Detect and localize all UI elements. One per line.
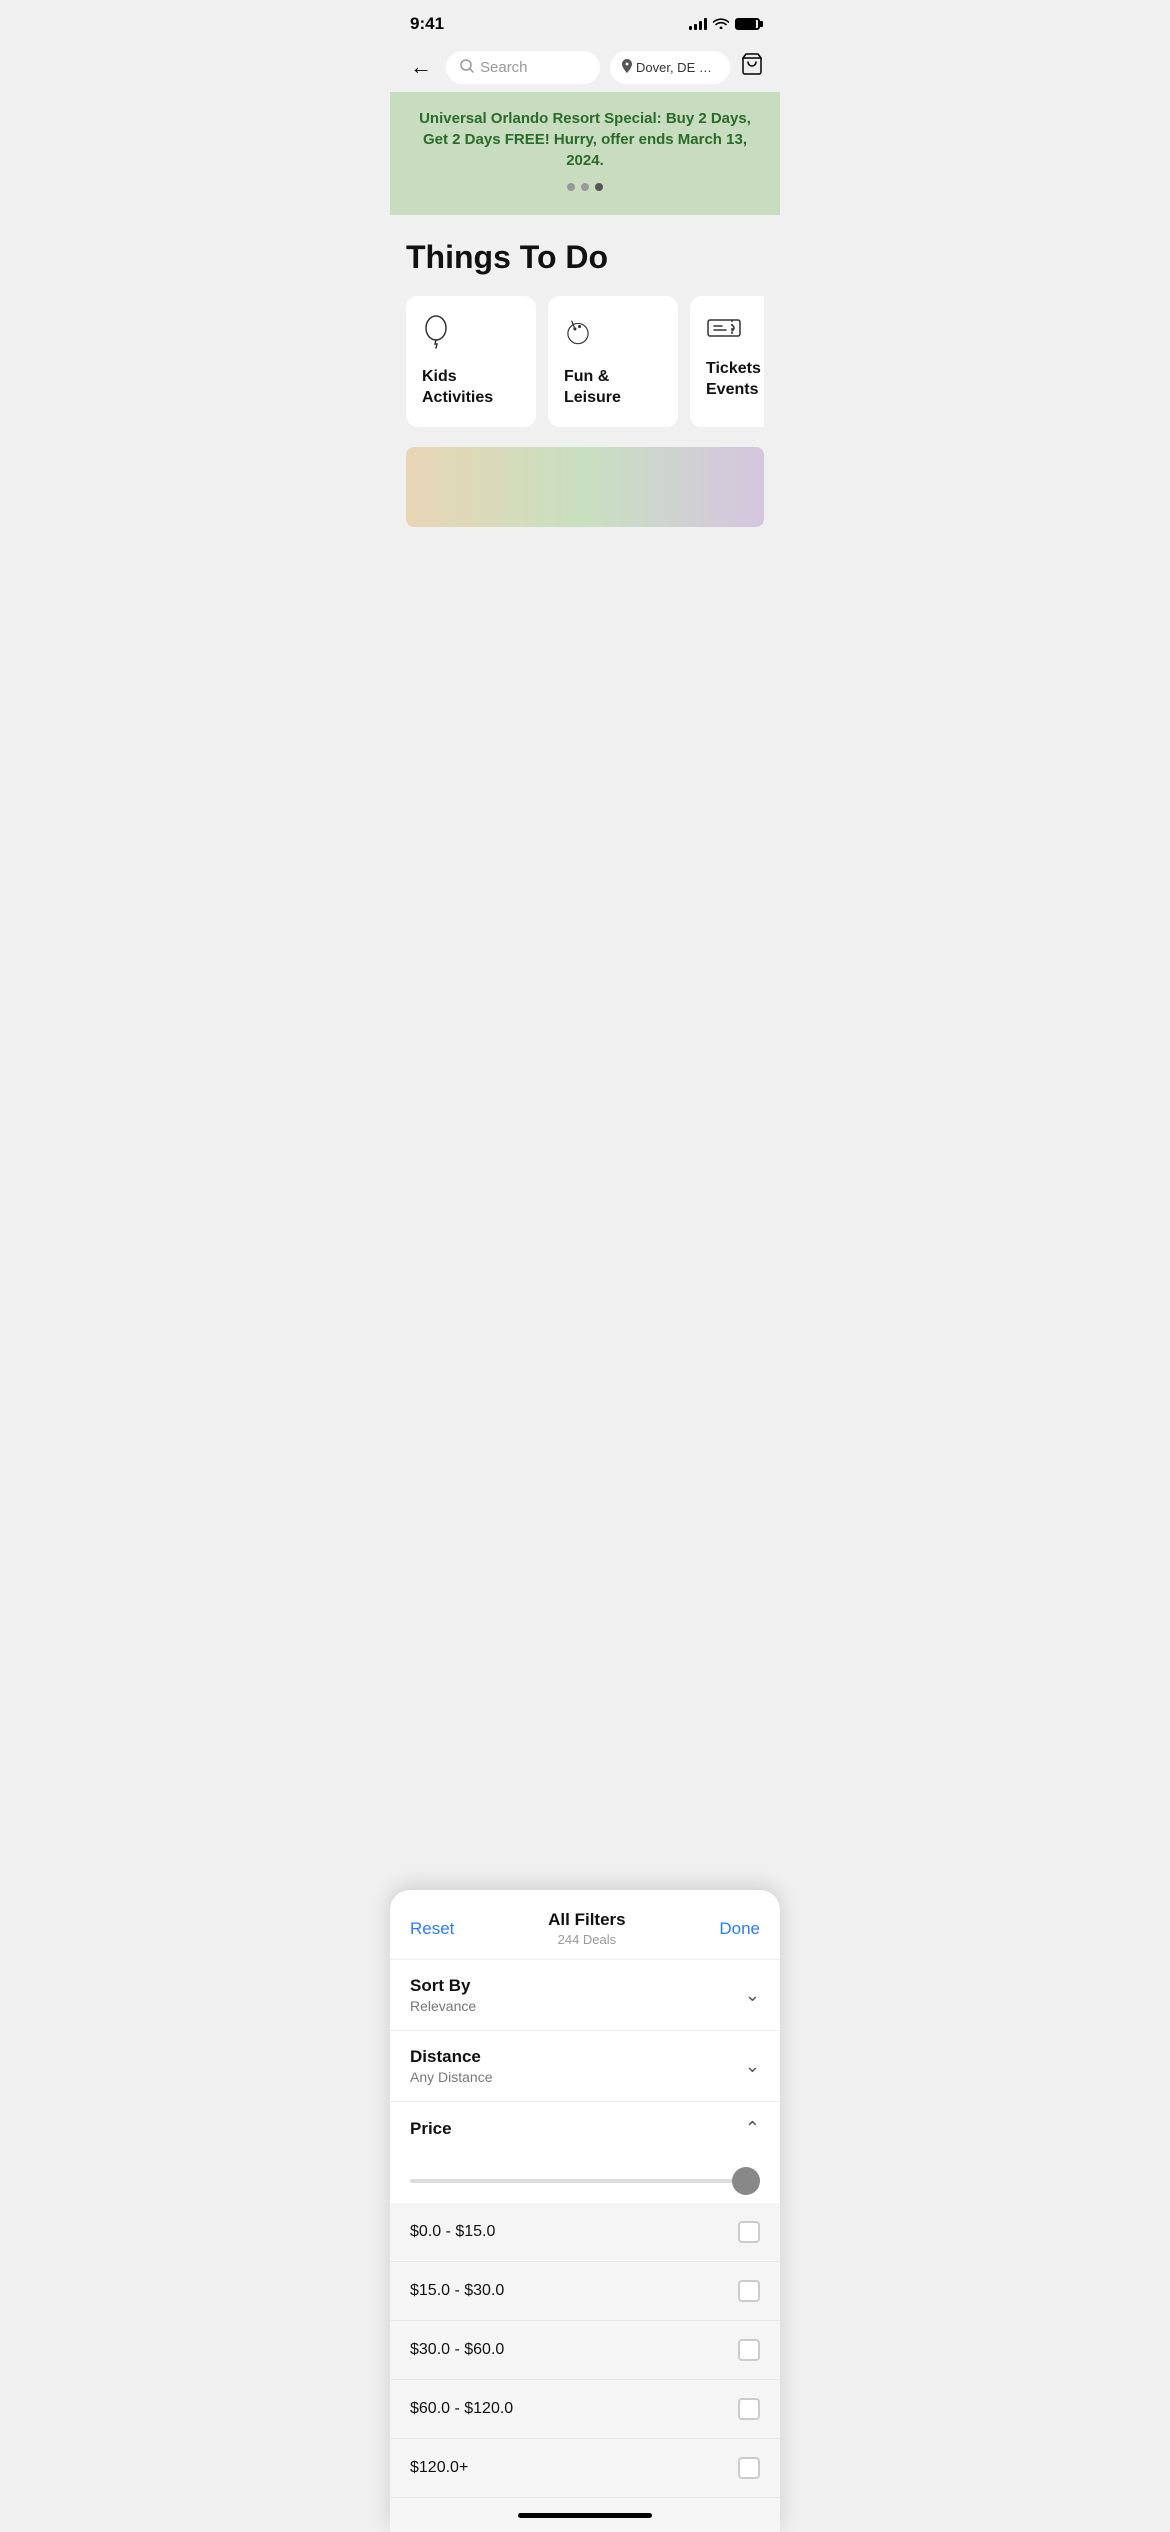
category-card-fun[interactable]: Fun & Leisure xyxy=(548,296,678,427)
image-strip xyxy=(406,447,764,527)
promo-dot-3 xyxy=(595,183,603,191)
price-range-2: $30.0 - $60.0 xyxy=(410,2341,504,2359)
distance-row[interactable]: Distance Any Distance ⌄ xyxy=(390,2031,780,2101)
price-checkbox-2[interactable] xyxy=(738,2339,760,2361)
price-range-3: $60.0 - $120.0 xyxy=(410,2400,513,2418)
price-label: Price xyxy=(410,2119,452,2139)
status-icons xyxy=(689,16,760,32)
sort-by-label: Sort By xyxy=(410,1976,476,1996)
promo-text: Universal Orlando Resort Special: Buy 2 … xyxy=(410,108,760,171)
sort-by-labels: Sort By Relevance xyxy=(410,1976,476,2014)
status-bar: 9:41 xyxy=(390,0,780,42)
balloon-icon xyxy=(422,314,520,355)
signal-icon xyxy=(689,18,707,30)
home-indicator xyxy=(518,2513,652,2518)
sheet-title: All Filters xyxy=(548,1910,625,1930)
distance-chevron-icon: ⌄ xyxy=(745,2056,760,2077)
price-range-0: $0.0 - $15.0 xyxy=(410,2223,495,2241)
category-label-tickets: Tickets & Events xyxy=(706,359,764,401)
price-option-3[interactable]: $60.0 - $120.0 xyxy=(390,2380,780,2439)
category-card-tickets[interactable]: Tickets & Events xyxy=(690,296,764,427)
status-time: 9:41 xyxy=(410,14,444,34)
promo-dot-2 xyxy=(581,183,589,191)
search-bar[interactable]: Search xyxy=(446,51,600,84)
wifi-icon xyxy=(713,16,729,32)
category-card-kids[interactable]: Kids Activities xyxy=(406,296,536,427)
price-checkbox-1[interactable] xyxy=(738,2280,760,2302)
promo-dots xyxy=(410,183,760,191)
sort-by-chevron-icon: ⌄ xyxy=(745,1985,760,2006)
category-grid: Kids Activities Fun & Leisure xyxy=(406,296,764,431)
sort-by-section: Sort By Relevance ⌄ xyxy=(390,1960,780,2031)
price-slider-thumb[interactable] xyxy=(732,2167,760,2195)
price-range-1: $15.0 - $30.0 xyxy=(410,2282,504,2300)
price-option-0[interactable]: $0.0 - $15.0 xyxy=(390,2203,780,2262)
bowling-icon xyxy=(564,314,662,355)
filter-bottom-sheet: Reset All Filters 244 Deals Done Sort By… xyxy=(390,1890,780,2532)
price-slider-track[interactable] xyxy=(410,2179,760,2183)
sheet-subtitle: 244 Deals xyxy=(548,1932,625,1947)
price-option-2[interactable]: $30.0 - $60.0 xyxy=(390,2321,780,2380)
distance-section: Distance Any Distance ⌄ xyxy=(390,2031,780,2102)
sheet-header: Reset All Filters 244 Deals Done xyxy=(390,1890,780,1960)
price-range-4: $120.0+ xyxy=(410,2459,468,2477)
category-label-kids: Kids Activities xyxy=(422,367,520,409)
price-options: $0.0 - $15.0 $15.0 - $30.0 $30.0 - $60.0… xyxy=(390,2203,780,2498)
price-checkbox-4[interactable] xyxy=(738,2457,760,2479)
search-icon xyxy=(460,59,474,76)
promo-dot-1 xyxy=(567,183,575,191)
price-checkbox-3[interactable] xyxy=(738,2398,760,2420)
category-label-fun: Fun & Leisure xyxy=(564,367,662,409)
price-checkbox-0[interactable] xyxy=(738,2221,760,2243)
reset-button[interactable]: Reset xyxy=(410,1919,454,1939)
back-button[interactable]: ← xyxy=(406,50,436,84)
bottom-bar xyxy=(390,2498,780,2532)
distance-value: Any Distance xyxy=(410,2069,492,2085)
page-title: Things To Do xyxy=(406,239,764,276)
ticket-icon xyxy=(706,314,764,347)
search-placeholder: Search xyxy=(480,59,528,76)
price-option-4[interactable]: $120.0+ xyxy=(390,2439,780,2498)
distance-label: Distance xyxy=(410,2047,492,2067)
distance-labels: Distance Any Distance xyxy=(410,2047,492,2085)
price-chevron-icon: ⌃ xyxy=(745,2118,760,2139)
done-button[interactable]: Done xyxy=(719,1919,760,1939)
cart-button[interactable] xyxy=(740,52,764,82)
header: ← Search Dover, DE 199... xyxy=(390,42,780,92)
sort-by-value: Relevance xyxy=(410,1998,476,2014)
promo-banner[interactable]: Universal Orlando Resort Special: Buy 2 … xyxy=(390,92,780,215)
price-slider-container xyxy=(390,2155,780,2203)
sheet-title-group: All Filters 244 Deals xyxy=(548,1910,625,1947)
main-content: Things To Do Kids Activities xyxy=(390,215,780,543)
location-pin-icon xyxy=(622,59,632,76)
battery-icon xyxy=(735,18,760,30)
price-option-1[interactable]: $15.0 - $30.0 xyxy=(390,2262,780,2321)
price-header[interactable]: Price ⌃ xyxy=(390,2102,780,2155)
location-text: Dover, DE 199... xyxy=(636,60,716,75)
location-bar[interactable]: Dover, DE 199... xyxy=(610,51,730,84)
sort-by-row[interactable]: Sort By Relevance ⌄ xyxy=(390,1960,780,2030)
